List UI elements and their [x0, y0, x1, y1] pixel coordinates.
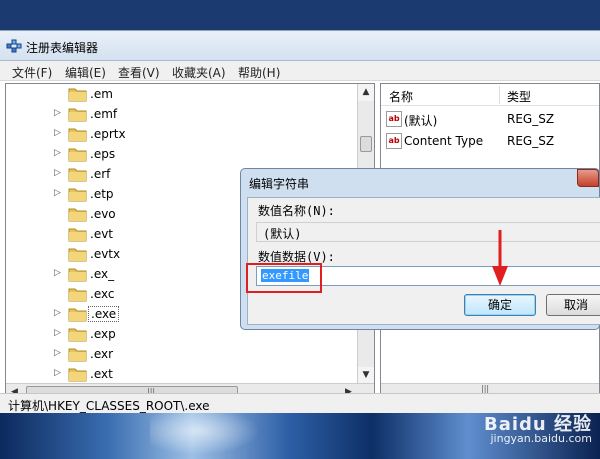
window-title: 注册表编辑器: [26, 41, 99, 55]
list-row[interactable]: ab Content Type REG_SZ: [381, 130, 599, 152]
expand-arrow-icon[interactable]: ▷: [54, 268, 61, 278]
expand-arrow-icon[interactable]: ▷: [54, 348, 61, 358]
expand-arrow-icon[interactable]: ▷: [54, 368, 61, 378]
folder-icon: [68, 266, 88, 282]
string-value-icon: ab: [386, 133, 402, 149]
expand-arrow-icon[interactable]: ▷: [54, 108, 61, 118]
tree-item[interactable]: .em: [6, 84, 358, 104]
menu-favorites[interactable]: 收藏夹(A): [172, 64, 226, 81]
value-name: (默认): [404, 114, 438, 128]
ok-button[interactable]: 确定: [464, 294, 536, 316]
tree-item[interactable]: ▷ .eps: [6, 144, 358, 164]
folder-icon: [68, 246, 88, 262]
title-bar[interactable]: 注册表编辑器: [0, 31, 600, 61]
tree-item-label: .exc: [90, 287, 115, 301]
scroll-up-arrow-icon[interactable]: ▲: [358, 84, 374, 101]
expand-arrow-icon[interactable]: ▷: [54, 308, 61, 318]
tree-item-label: .em: [90, 87, 113, 101]
grip-icon: |||: [481, 384, 490, 393]
menu-edit[interactable]: 编辑(E): [65, 64, 106, 81]
folder-icon: [68, 306, 88, 322]
menu-file[interactable]: 文件(F): [12, 64, 52, 81]
folder-icon: [68, 166, 88, 182]
tree-item-label: .evo: [90, 207, 116, 221]
expand-arrow-icon[interactable]: ▷: [54, 128, 61, 138]
folder-icon: [68, 146, 88, 162]
tree-item-label: .etp: [90, 187, 114, 201]
menu-help[interactable]: 帮助(H): [238, 64, 280, 81]
value-type: REG_SZ: [507, 134, 555, 148]
expand-arrow-icon[interactable]: ▷: [54, 188, 61, 198]
watermark-url: jingyan.baidu.com: [490, 432, 592, 445]
folder-icon: [68, 346, 88, 362]
expand-arrow-icon[interactable]: ▷: [54, 148, 61, 158]
value-name-label: 数值名称(N):: [258, 204, 335, 218]
folder-icon: [68, 326, 88, 342]
list-header: 名称 类型: [381, 84, 599, 106]
tree-item[interactable]: ▷ .eprtx: [6, 124, 358, 144]
scroll-down-arrow-icon[interactable]: ▼: [358, 367, 374, 384]
folder-icon: [68, 186, 88, 202]
wallpaper-glow: [150, 412, 270, 459]
registry-editor-icon: [6, 39, 22, 53]
tree-item-label: .erf: [90, 167, 111, 181]
tree-item-label: .evtx: [90, 247, 121, 261]
tree-item[interactable]: ▷ .emf: [6, 104, 358, 124]
tree-item-label: .ext: [90, 367, 113, 381]
annotation-highlight-box: [246, 263, 322, 293]
tree-item-label: .exr: [90, 347, 114, 361]
tree-item-label: .exe: [88, 306, 120, 322]
dialog-body: 数值名称(N): (默认) 数值数据(V): exefile 确定 取消: [247, 197, 600, 325]
tree-item-label: .ex_: [90, 267, 115, 281]
close-button[interactable]: [577, 169, 599, 187]
folder-icon: [68, 86, 88, 102]
expand-arrow-icon[interactable]: ▷: [54, 328, 61, 338]
column-divider[interactable]: [499, 86, 500, 104]
dialog-title: 编辑字符串: [249, 177, 310, 191]
tree-item-label: .eps: [90, 147, 116, 161]
desktop-wallpaper: Baidu 经验 jingyan.baidu.com: [0, 412, 600, 459]
tree-item-label: .eprtx: [90, 127, 126, 141]
folder-icon: [68, 286, 88, 302]
status-bar: 计算机\HKEY_CLASSES_ROOT\.exe: [0, 393, 600, 413]
tree-item[interactable]: ▷ .exr: [6, 344, 358, 364]
value-name: Content Type: [404, 134, 484, 148]
status-path: 计算机\HKEY_CLASSES_ROOT\.exe: [8, 399, 210, 413]
value-type: REG_SZ: [507, 112, 555, 126]
edit-string-dialog: 编辑字符串 数值名称(N): (默认) 数值数据(V): exefile 确定 …: [240, 168, 600, 330]
folder-icon: [68, 206, 88, 222]
baidu-watermark: Baidu 经验 jingyan.baidu.com: [483, 414, 592, 446]
expand-arrow-icon[interactable]: ▷: [54, 168, 61, 178]
value-name-field: (默认): [256, 222, 600, 242]
tree-item-label: .emf: [90, 107, 118, 121]
list-row[interactable]: ab (默认) REG_SZ: [381, 108, 599, 130]
tree-item[interactable]: ▷ .ext: [6, 364, 358, 384]
tree-item-label: .exp: [90, 327, 116, 341]
column-header-name[interactable]: 名称: [389, 88, 413, 105]
annotation-arrow-icon: [492, 230, 508, 286]
cancel-button[interactable]: 取消: [546, 294, 600, 316]
menu-view[interactable]: 查看(V): [118, 64, 160, 81]
folder-icon: [68, 126, 88, 142]
column-header-type[interactable]: 类型: [507, 88, 531, 105]
folder-icon: [68, 226, 88, 242]
folder-icon: [68, 366, 88, 382]
scroll-thumb[interactable]: [360, 136, 372, 152]
folder-icon: [68, 106, 88, 122]
watermark-brand: Baidu 经验: [483, 414, 592, 435]
tree-item-label: .evt: [90, 227, 114, 241]
menu-bar: 文件(F) 编辑(E) 查看(V) 收藏夹(A) 帮助(H): [0, 61, 600, 81]
string-value-icon: ab: [386, 111, 402, 127]
